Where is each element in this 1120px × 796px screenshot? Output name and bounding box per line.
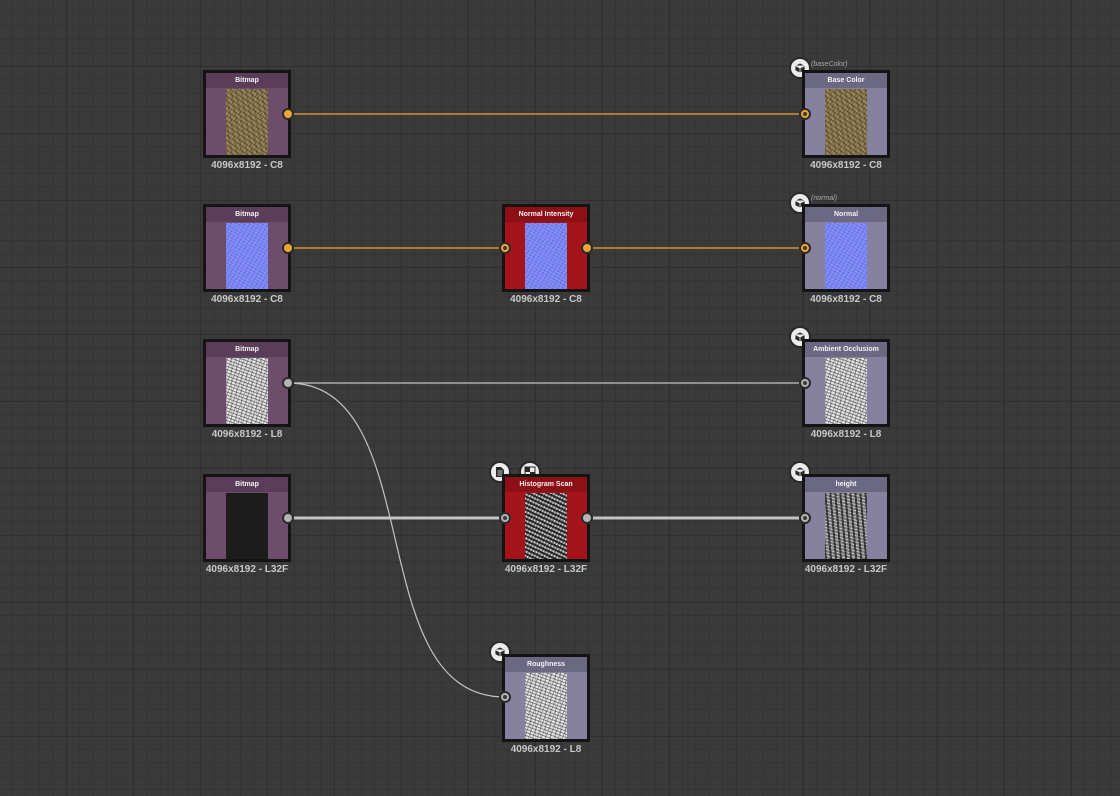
node-resolution: 4096x8192 - C8 (810, 294, 882, 305)
node-thumbnail (825, 223, 867, 289)
normal-intensity-node[interactable]: Normal Intensity (502, 204, 590, 292)
base-color-output-node[interactable]: Base Color (802, 70, 890, 158)
node-thumbnail (226, 493, 268, 559)
output-socket[interactable] (282, 242, 294, 254)
histogram-scan-node[interactable]: Histogram Scan (502, 474, 590, 562)
node-thumbnail (226, 358, 268, 424)
node-resolution: 4096x8192 - L8 (510, 744, 582, 755)
height-output-node[interactable]: height (802, 474, 890, 562)
node-title: Ambient Occlusiom (805, 342, 887, 357)
output-socket[interactable] (581, 242, 593, 254)
bitmap-node-3[interactable]: Bitmap (203, 339, 291, 427)
node-title: Normal Intensity (505, 207, 587, 222)
input-socket[interactable] (499, 242, 511, 254)
node-thumbnail (525, 673, 567, 739)
node-title: Bitmap (206, 73, 288, 88)
node-thumbnail (825, 493, 867, 559)
node-title: Normal (805, 207, 887, 222)
input-socket[interactable] (499, 512, 511, 524)
ambient-occlusion-output-node[interactable]: Ambient Occlusiom (802, 339, 890, 427)
node-resolution: 4096x8192 - L32F (804, 564, 888, 575)
usage-label: (normal) (811, 195, 838, 202)
node-resolution: 4096x8192 - C8 (211, 160, 283, 171)
node-resolution: 4096x8192 - L32F (504, 564, 588, 575)
node-title: Histogram Scan (505, 477, 587, 492)
node-title: Base Color (805, 73, 887, 88)
usage-label: (baseColor) (811, 61, 848, 68)
node-resolution: 4096x8192 - L32F (205, 564, 289, 575)
node-resolution: 4096x8192 - C8 (510, 294, 582, 305)
node-thumbnail (525, 493, 567, 559)
node-thumbnail (825, 89, 867, 155)
bitmap-node-4[interactable]: Bitmap (203, 474, 291, 562)
output-socket[interactable] (282, 377, 294, 389)
output-socket[interactable] (282, 512, 294, 524)
node-title: Bitmap (206, 207, 288, 222)
input-socket[interactable] (499, 691, 511, 703)
node-resolution: 4096x8192 - C8 (211, 294, 283, 305)
input-socket[interactable] (799, 512, 811, 524)
node-resolution: 4096x8192 - L8 (211, 429, 283, 440)
node-thumbnail (825, 358, 867, 424)
node-thumbnail (226, 89, 268, 155)
output-socket[interactable] (581, 512, 593, 524)
node-title: Bitmap (206, 477, 288, 492)
node-title: Roughness (505, 657, 587, 672)
node-resolution: 4096x8192 - L8 (810, 429, 882, 440)
bitmap-node-1[interactable]: Bitmap (203, 70, 291, 158)
input-socket[interactable] (799, 108, 811, 120)
node-thumbnail (525, 223, 567, 289)
input-socket[interactable] (799, 242, 811, 254)
node-thumbnail (226, 223, 268, 289)
bitmap-node-2[interactable]: Bitmap (203, 204, 291, 292)
node-title: Bitmap (206, 342, 288, 357)
node-title: height (805, 477, 887, 492)
output-socket[interactable] (282, 108, 294, 120)
input-socket[interactable] (799, 377, 811, 389)
roughness-output-node[interactable]: Roughness (502, 654, 590, 742)
node-resolution: 4096x8192 - C8 (810, 160, 882, 171)
normal-output-node[interactable]: Normal (802, 204, 890, 292)
